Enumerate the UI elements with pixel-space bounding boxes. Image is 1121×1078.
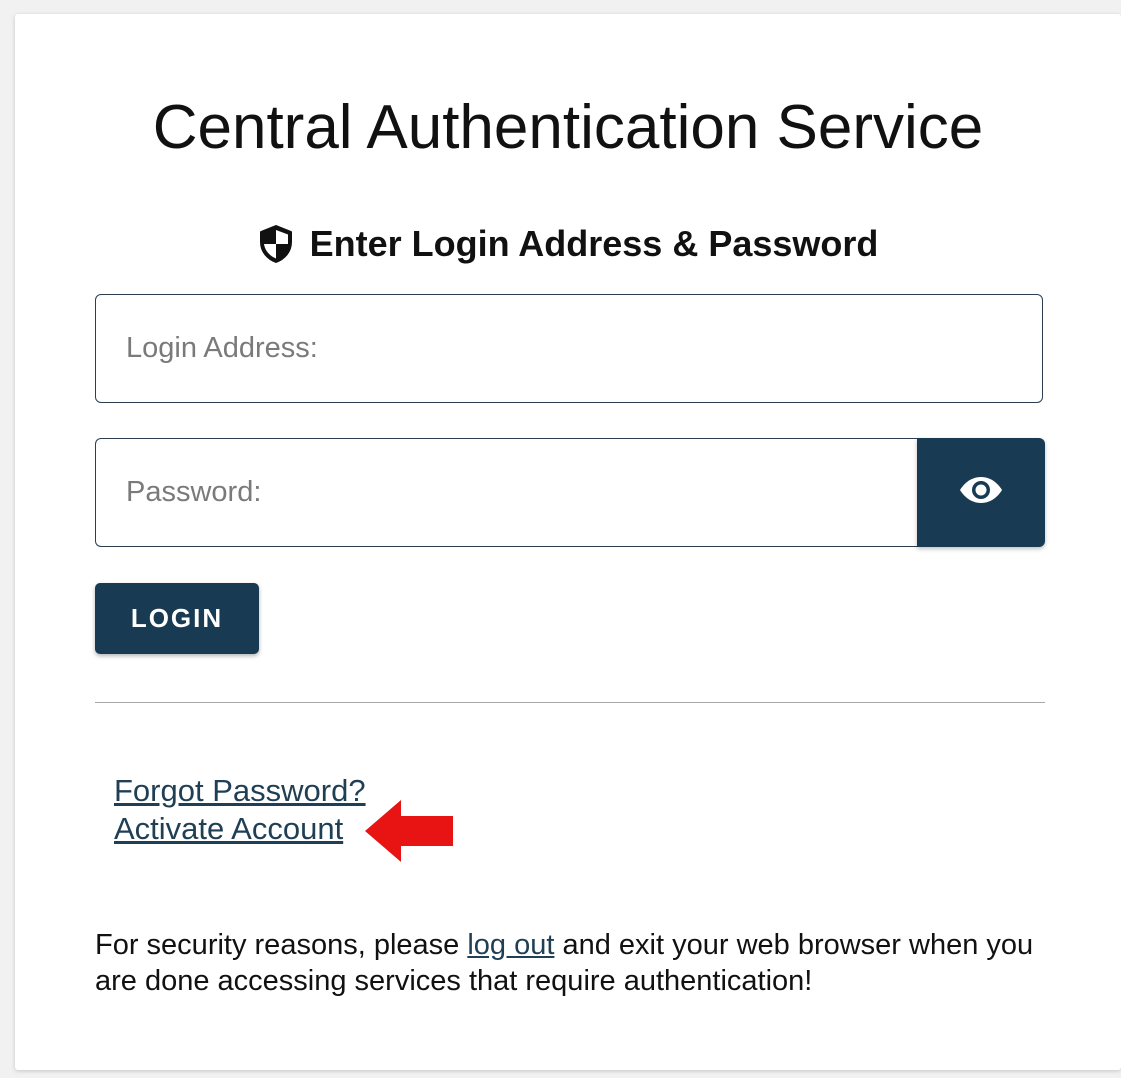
page-title: Central Authentication Service	[152, 93, 984, 162]
login-card: Central Authentication Service Enter Log…	[15, 14, 1121, 1070]
divider	[95, 702, 1045, 703]
login-button[interactable]: LOGIN	[95, 583, 259, 654]
shield-icon	[258, 224, 294, 264]
login-address-field	[95, 294, 1043, 403]
red-arrow-annotation	[363, 798, 455, 864]
security-notice: For security reasons, please log out and…	[95, 927, 1075, 999]
activate-account-link[interactable]: Activate Account	[114, 810, 366, 848]
account-links: Forgot Password? Activate Account	[114, 772, 366, 848]
log-out-link[interactable]: log out	[467, 929, 554, 961]
form-subtitle: Enter Login Address & Password	[15, 224, 1121, 264]
eye-icon	[958, 474, 1004, 511]
login-address-input[interactable]	[126, 295, 1012, 402]
password-field	[95, 438, 917, 547]
notice-prefix: For security reasons, please	[95, 929, 468, 961]
form-subtitle-text: Enter Login Address & Password	[309, 223, 879, 264]
forgot-password-link[interactable]: Forgot Password?	[114, 772, 366, 810]
show-password-button[interactable]	[917, 438, 1045, 547]
password-input[interactable]	[126, 439, 886, 546]
